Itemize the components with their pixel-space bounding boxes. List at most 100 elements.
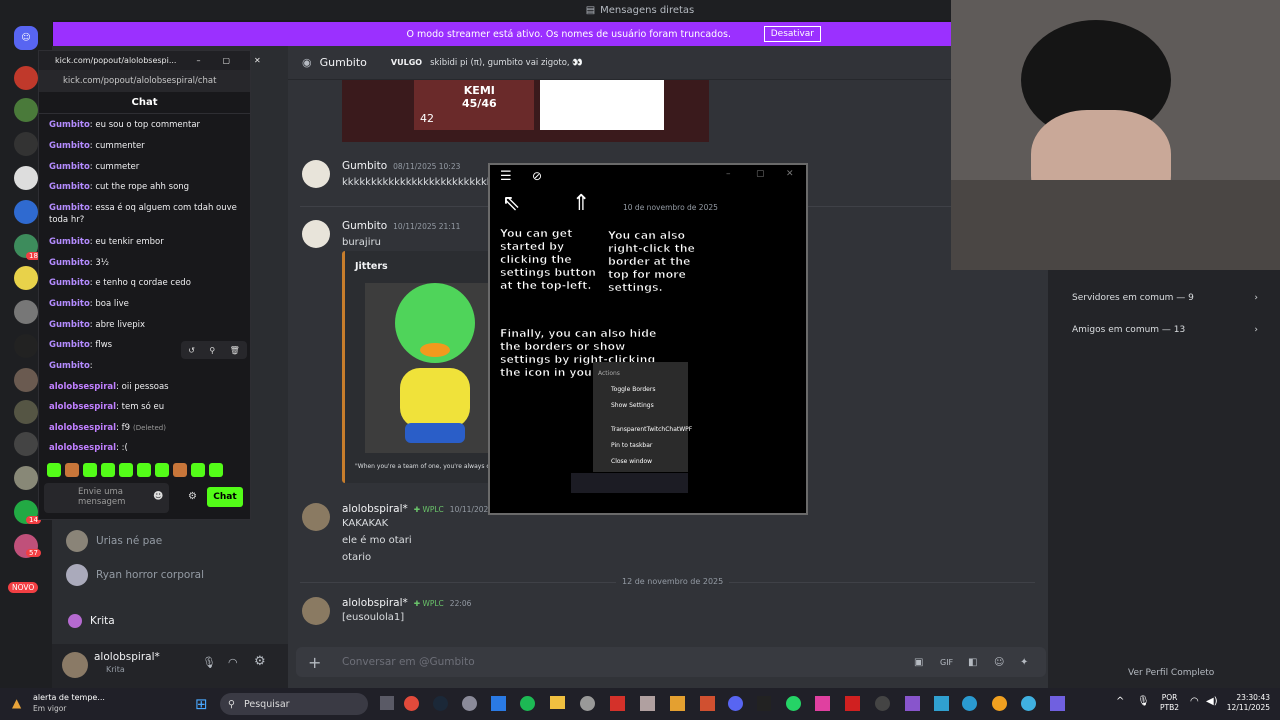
settings-gear-icon[interactable]: ⚙ (254, 654, 266, 669)
app-icon[interactable] (875, 696, 890, 711)
dm-item[interactable]: Ryan horror corporal (66, 564, 204, 586)
app-icon[interactable] (934, 696, 949, 711)
app-icon[interactable] (845, 696, 860, 711)
author-name[interactable]: Gumbito (342, 160, 387, 172)
kick-chat-username[interactable]: Gumbito (49, 340, 90, 350)
app-icon[interactable] (815, 696, 830, 711)
message-composer[interactable]: + Conversar em @Gumbito ▣ GIF ◧ ☺ ✦ (296, 647, 1046, 677)
sticker-icon[interactable]: ◧ (968, 657, 977, 668)
author-name[interactable]: alolobspiral* (342, 597, 408, 609)
maximize-icon[interactable]: ▢ (222, 56, 230, 65)
server-icon[interactable] (14, 98, 38, 122)
avatar[interactable] (302, 220, 330, 248)
app-icon[interactable] (462, 696, 477, 711)
discord-home-icon[interactable]: ☺ (14, 26, 38, 50)
epic-games-icon[interactable] (757, 696, 771, 711)
server-icon[interactable] (14, 432, 38, 456)
maximize-icon[interactable]: ▢ (756, 169, 765, 179)
avatar[interactable] (62, 652, 88, 678)
view-full-profile-link[interactable]: Ver Perfil Completo (1128, 668, 1214, 678)
pin-icon[interactable]: ⚲ (209, 346, 215, 355)
mutual-servers-row[interactable]: Servidores em comum — 9 › (1064, 284, 1264, 312)
language-indicator[interactable]: POR PTB2 (1160, 693, 1179, 713)
steam-icon[interactable] (433, 696, 448, 711)
microphone-icon[interactable]: 🎙 (1137, 696, 1150, 707)
message-author[interactable]: Gumbito 08/11/2025 10:23 (342, 160, 460, 172)
volume-icon[interactable]: ◀) (1206, 696, 1218, 707)
emoji-picker-icon[interactable]: ☻ (153, 491, 163, 502)
gift-icon[interactable]: ▣ (914, 657, 923, 668)
author-name[interactable]: Gumbito (342, 220, 387, 232)
avatar[interactable] (302, 160, 330, 188)
taskbar-search[interactable]: ⚲ Pesquisar (220, 693, 368, 715)
emote-icon[interactable] (101, 463, 115, 477)
app-icon[interactable] (992, 696, 1007, 711)
server-icon[interactable] (14, 266, 38, 290)
message-author[interactable]: alolobspiral* ✚ WPLC 22:06 (342, 597, 471, 609)
close-icon[interactable]: ✕ (786, 169, 794, 179)
adobe-icon[interactable] (610, 696, 625, 711)
hamburger-menu-icon[interactable]: ☰ (500, 169, 512, 184)
emote-icon[interactable] (173, 463, 187, 477)
headphones-icon[interactable]: ◠ (228, 656, 238, 669)
microphone-icon[interactable]: 🎙 (202, 656, 216, 669)
emote-icon[interactable] (119, 463, 133, 477)
kick-chat-username[interactable]: Gumbito (49, 182, 90, 192)
emote-icon[interactable] (65, 463, 79, 477)
app-icon[interactable] (380, 696, 394, 710)
menu-item-show-settings[interactable]: Show Settings (611, 402, 654, 409)
server-icon[interactable] (14, 132, 38, 156)
delete-icon[interactable]: 🗑 (230, 346, 240, 355)
plus-icon[interactable]: + (308, 653, 321, 672)
server-icon[interactable] (14, 166, 38, 190)
menu-item-app-name[interactable]: TransparentTwitchChatWPF (611, 426, 692, 433)
kick-chat-username[interactable]: Gumbito (49, 141, 90, 151)
wifi-icon[interactable]: ◠ (1190, 696, 1199, 707)
app-icon[interactable] (491, 696, 506, 711)
kick-chat-username[interactable]: Gumbito (49, 361, 90, 371)
kick-chat-username[interactable]: alolobsespiral (49, 443, 116, 453)
spotify-icon[interactable] (520, 696, 535, 711)
server-icon[interactable] (14, 400, 38, 424)
app-icon[interactable] (670, 696, 685, 711)
app-icon[interactable] (1050, 696, 1065, 711)
avatar[interactable] (302, 503, 330, 531)
kick-chat-username[interactable]: Gumbito (49, 299, 90, 309)
kick-chat-username[interactable]: Gumbito (49, 203, 90, 213)
windows-start-icon[interactable]: ⊞ (195, 695, 208, 713)
embed-title[interactable]: Jitters (355, 261, 388, 272)
emote-icon[interactable] (47, 463, 61, 477)
kick-chat-username[interactable]: Gumbito (49, 237, 90, 247)
server-icon[interactable] (14, 300, 38, 324)
server-icon[interactable] (14, 334, 38, 358)
weather-title[interactable]: alerta de tempe... (33, 693, 105, 702)
apps-icon[interactable]: ✦ (1020, 657, 1028, 668)
disable-streamer-button[interactable]: Desativar (763, 26, 821, 42)
message-author[interactable]: Gumbito 10/11/2025 21:11 (342, 220, 460, 232)
server-icon[interactable] (14, 466, 38, 490)
weather-alert-icon[interactable]: ▲ (12, 696, 21, 710)
kick-chat-username[interactable]: Gumbito (49, 278, 90, 288)
kick-settings-icon[interactable]: ⚙ (188, 491, 197, 502)
edge-icon[interactable] (962, 696, 977, 711)
file-explorer-icon[interactable] (550, 696, 565, 709)
kick-send-button[interactable]: Chat (207, 487, 243, 507)
reply-icon[interactable]: ↺ (188, 346, 195, 355)
menu-item-toggle-borders[interactable]: Toggle Borders (611, 386, 655, 393)
kick-chat-username[interactable]: Gumbito (49, 120, 90, 130)
chevron-up-icon[interactable]: ^ (1116, 696, 1124, 707)
emote-icon[interactable] (191, 463, 205, 477)
app-icon[interactable] (905, 696, 920, 711)
clock[interactable]: 23:30:43 12/11/2025 (1224, 693, 1270, 713)
server-icon[interactable] (14, 368, 38, 392)
emote-icon[interactable] (137, 463, 151, 477)
avatar[interactable] (302, 597, 330, 625)
dm-item[interactable]: Urias né pae (66, 530, 162, 552)
app-icon[interactable] (700, 696, 715, 711)
server-icon[interactable] (14, 200, 38, 224)
emote-icon[interactable] (83, 463, 97, 477)
menu-item-close-window[interactable]: Close window (611, 458, 652, 465)
server-icon[interactable] (14, 66, 38, 90)
author-name[interactable]: alolobspiral* (342, 503, 408, 515)
app-icon[interactable] (1021, 696, 1036, 711)
